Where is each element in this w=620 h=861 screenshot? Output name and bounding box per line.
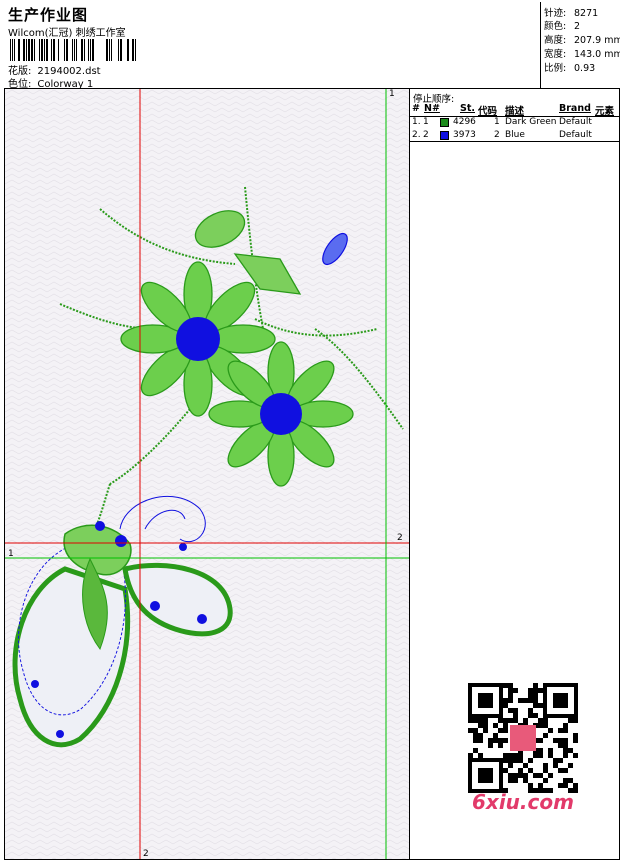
col-code: 代码 [478,106,498,117]
col-needle: N# [424,103,440,114]
production-worksheet: 生产作业图 Wilcom(汇冠) 刺绣工作室 花版: 2194002.dst 色位… [0,0,620,861]
panel-divider [410,141,620,142]
stop-sequence-header: # N# St. 代码 描述 Brand 元素 [410,103,620,117]
stat-scale: 比例: 0.93 [544,63,596,74]
color-swatch-dark-green [440,118,449,127]
col-element: 元素 [595,106,615,117]
embroidery-design [5,89,409,859]
flower-2 [208,341,354,487]
col-stitches: St. [460,103,475,114]
stat-height: 高度: 207.9 mm [544,35,620,46]
qr-code-image [468,683,578,793]
col-description: 描述 [505,106,525,117]
page-title: 生产作业图 [8,6,89,24]
stat-stitches: 针迹: 8271 [544,8,599,19]
design-canvas[interactable]: 1 2 1 2 [4,88,410,860]
col-index: # [412,103,420,114]
design-stats: 针迹: 8271 颜色: 2 高度: 207.9 mm 宽度: 143.0 mm 比例:… [540,2,620,88]
col-brand: Brand [559,103,591,114]
guide-label-green-left: 1 [8,549,14,559]
guide-label-red-right: 2 [397,533,403,543]
stat-colors: 颜色: 2 [544,21,581,32]
guide-label-green-top: 1 [389,89,395,99]
header-info: 生产作业图 Wilcom(汇冠) 刺绣工作室 花版: 2194002.dst 色位… [4,2,540,90]
barcode [10,39,136,61]
stat-width: 宽度: 143.0 mm [544,49,620,60]
studio-subtitle: Wilcom(汇冠) 刺绣工作室 [8,28,126,39]
stop-row[interactable]: 1. 1 4296 1 Dark Green Default [410,117,620,130]
guide-label-red-bottom: 2 [143,849,149,859]
color-swatch-blue [440,131,449,140]
watermark-logo: 6xiu.com [472,790,574,814]
